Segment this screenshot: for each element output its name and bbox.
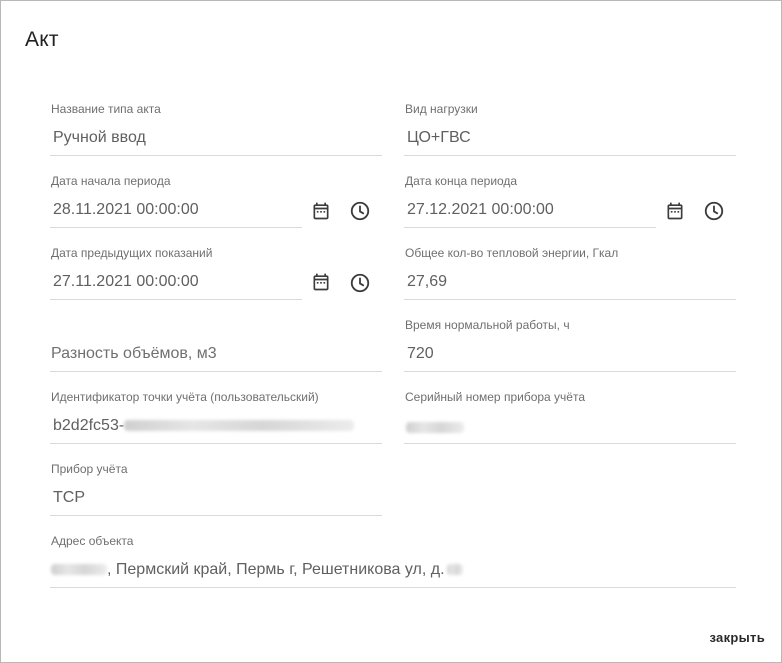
underline	[50, 227, 302, 228]
dialog-title: Акт	[25, 28, 59, 51]
act-dialog: Акт Название типа акта Ручной ввод Вид н…	[0, 0, 782, 663]
clock-icon[interactable]	[347, 198, 373, 224]
underline	[50, 299, 302, 300]
underline	[404, 371, 736, 372]
underline	[404, 227, 656, 228]
meter-serial-field[interactable]: Серийный номер прибора учёта	[404, 389, 736, 444]
total-heat-label: Общее кол-во тепловой энергии, Гкал	[405, 246, 619, 260]
point-id-value: b2d2fc53-	[53, 417, 355, 435]
point-id-field[interactable]: Идентификатор точки учёта (пользовательс…	[50, 389, 382, 444]
redacted-text	[406, 422, 464, 434]
underline	[404, 155, 736, 156]
underline	[50, 515, 382, 516]
redacted-text	[51, 564, 107, 576]
underline	[404, 443, 736, 444]
period-end-value: 27.12.2021 00:00:00	[407, 201, 554, 218]
period-start-field[interactable]: Дата начала периода 28.11.2021 00:00:00	[50, 173, 302, 228]
prev-readings-date-field[interactable]: Дата предыдущих показаний 27.11.2021 00:…	[50, 245, 302, 300]
underline	[50, 155, 382, 156]
load-type-field[interactable]: Вид нагрузки ЦО+ГВС	[404, 101, 736, 156]
load-type-label: Вид нагрузки	[405, 102, 478, 116]
act-type-label: Название типа акта	[51, 102, 161, 116]
close-button[interactable]: закрыть	[709, 628, 765, 647]
prev-readings-date-value: 27.11.2021 00:00:00	[53, 273, 199, 290]
meter-value: ТСР	[53, 489, 85, 506]
address-value: , Пермский край, Пермь г, Решетникова ул…	[51, 561, 463, 579]
point-id-label: Идентификатор точки учёта (пользовательс…	[51, 390, 319, 404]
period-start-label: Дата начала периода	[51, 174, 171, 188]
normal-hours-value: 720	[407, 345, 434, 362]
meter-field[interactable]: Прибор учёта ТСР	[50, 461, 382, 516]
volume-diff-field[interactable]: Разность объёмов, м3	[50, 317, 382, 372]
point-id-prefix: b2d2fc53-	[53, 417, 125, 434]
meter-serial-label: Серийный номер прибора учёта	[405, 390, 586, 404]
total-heat-field[interactable]: Общее кол-во тепловой энергии, Гкал 27,6…	[404, 245, 736, 300]
meter-serial-value	[406, 419, 464, 437]
underline	[50, 587, 736, 588]
volume-diff-placeholder: Разность объёмов, м3	[51, 345, 217, 362]
underline	[404, 299, 736, 300]
period-end-label: Дата конца периода	[405, 174, 518, 188]
address-field[interactable]: Адрес объекта , Пермский край, Пермь г, …	[50, 533, 736, 588]
underline	[50, 443, 382, 444]
address-label: Адрес объекта	[51, 534, 134, 548]
redacted-text	[446, 564, 463, 576]
act-type-value: Ручной ввод	[53, 129, 146, 146]
normal-hours-field[interactable]: Время нормальной работы, ч 720	[404, 317, 736, 372]
address-text: , Пермский край, Пермь г, Решетникова ул…	[107, 561, 445, 578]
meter-label: Прибор учёта	[51, 462, 128, 476]
period-start-value: 28.11.2021 00:00:00	[53, 201, 199, 218]
redacted-text	[124, 420, 355, 432]
underline	[50, 371, 382, 372]
period-end-field[interactable]: Дата конца периода 27.12.2021 00:00:00	[404, 173, 656, 228]
calendar-icon[interactable]	[308, 198, 334, 224]
normal-hours-label: Время нормальной работы, ч	[405, 318, 570, 332]
clock-icon[interactable]	[347, 270, 373, 296]
total-heat-value: 27,69	[407, 273, 448, 290]
load-type-value: ЦО+ГВС	[407, 129, 471, 146]
prev-readings-date-label: Дата предыдущих показаний	[51, 246, 213, 260]
act-type-field[interactable]: Название типа акта Ручной ввод	[50, 101, 382, 156]
clock-icon[interactable]	[701, 198, 727, 224]
calendar-icon[interactable]	[662, 198, 688, 224]
calendar-icon[interactable]	[308, 269, 334, 295]
